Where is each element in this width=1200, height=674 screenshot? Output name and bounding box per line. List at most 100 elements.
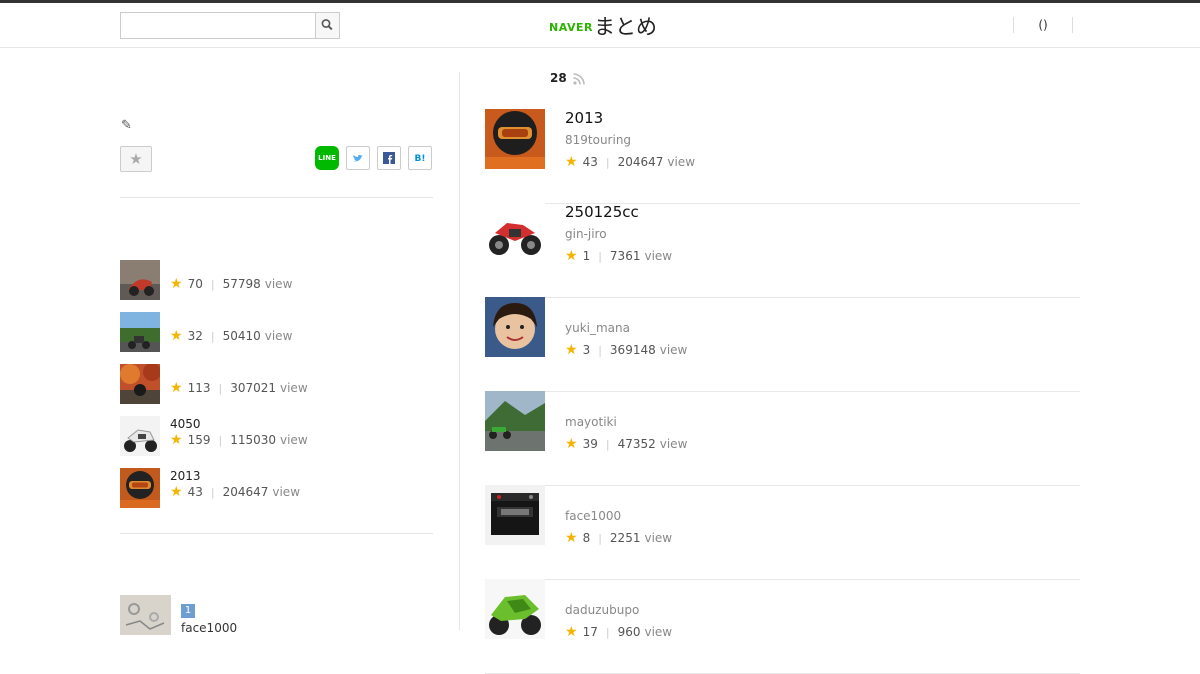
view-count: 307021 (230, 381, 276, 395)
matome-meta: ★ 43 | 204647 view (565, 154, 695, 170)
matome-thumbnail (485, 579, 545, 639)
favorite-count: 70 (187, 277, 203, 291)
side-item-meta: ★ 43 | 204647 view (170, 484, 300, 500)
matome-meta: ★ 17 | 960 view (565, 624, 672, 640)
matome-meta: ★ 39 | 47352 view (565, 436, 687, 452)
favorite-count: 43 (187, 485, 203, 499)
matome-author[interactable]: face1000 (565, 509, 621, 523)
meta-separator: | (210, 486, 215, 499)
favorite-count: 8 (582, 531, 591, 545)
matome-author[interactable]: mayotiki (565, 415, 617, 429)
meta-separator: | (605, 438, 610, 451)
share-twitter-button[interactable] (346, 146, 370, 170)
matome-thumbnail (485, 297, 545, 357)
matome-author[interactable]: 819touring (565, 133, 631, 147)
side-item-meta: ★ 113 | 307021 view (170, 380, 308, 396)
side-thumbnail (120, 312, 160, 352)
rss-icon[interactable] (572, 72, 586, 86)
side-item-meta: ★ 70 | 57798 view (170, 276, 292, 292)
star-icon: ★ (565, 154, 578, 170)
matome-list-item[interactable]: 2013 819touring ★ 43 | 204647 view (485, 109, 1080, 204)
ranking-badge: 1 (181, 604, 195, 618)
favorite-count: 43 (582, 155, 598, 169)
star-icon: ★ (170, 328, 183, 344)
matome-list-item[interactable]: daduzubupo ★ 17 | 960 view (485, 579, 1080, 674)
twitter-icon (353, 154, 363, 162)
ranking-thumbnail[interactable] (120, 595, 171, 635)
matome-author[interactable]: gin-jiro (565, 227, 607, 241)
view-count: 2251 (609, 531, 641, 545)
side-item-meta: ★ 32 | 50410 view (170, 328, 292, 344)
view-label: view (264, 277, 293, 291)
side-thumbnail (120, 416, 160, 456)
view-label: view (644, 625, 673, 639)
matome-author[interactable]: yuki_mana (565, 321, 630, 335)
meta-separator: | (210, 330, 215, 343)
side-list-item[interactable]: ★ 113 | 307021 view (120, 364, 440, 404)
matome-meta: ★ 1 | 7361 view (565, 248, 672, 264)
meta-separator: | (598, 250, 602, 263)
view-label: view (280, 381, 308, 395)
matome-list-item[interactable]: face1000 ★ 8 | 2251 view (485, 485, 1080, 580)
matome-list-item[interactable]: mayotiki ★ 39 | 47352 view (485, 391, 1080, 486)
matome-meta: ★ 3 | 369148 view (565, 342, 687, 358)
matome-title[interactable]: 250125cc (565, 203, 639, 221)
ranking-user-name[interactable]: face1000 (181, 621, 237, 635)
view-count: 57798 (222, 277, 261, 291)
share-line-button[interactable]: LINE (315, 146, 339, 170)
favorite-button[interactable]: ★ (120, 146, 152, 172)
pencil-icon[interactable]: ✎ (121, 118, 132, 133)
column-divider (459, 72, 460, 630)
meta-separator: | (218, 382, 223, 395)
favorite-count: 32 (187, 329, 203, 343)
view-count: 47352 (617, 437, 656, 451)
star-icon: ★ (565, 624, 578, 640)
view-count: 960 (617, 625, 641, 639)
search-input[interactable] (121, 13, 311, 38)
view-label: view (644, 531, 673, 545)
side-item-title: 4050 (170, 417, 201, 431)
favorite-count: 159 (187, 433, 211, 447)
side-thumbnail (120, 260, 160, 300)
meta-separator: | (210, 278, 215, 291)
view-label: view (264, 329, 293, 343)
matome-meta: ★ 8 | 2251 view (565, 530, 672, 546)
matome-thumbnail (485, 485, 545, 545)
side-item-meta: ★ 159 | 115030 view (170, 432, 308, 448)
matome-count: 28 (550, 71, 567, 85)
side-list-item[interactable]: 4050 ★ 159 | 115030 view (120, 416, 440, 456)
star-icon: ★ (170, 432, 183, 448)
view-label: view (667, 155, 696, 169)
star-icon: ★ (129, 150, 143, 168)
hatena-icon: B! (414, 154, 426, 164)
side-list-item[interactable]: 2013 ★ 43 | 204647 view (120, 468, 440, 508)
matome-thumbnail (485, 391, 545, 451)
user-menu[interactable]: () (1013, 17, 1073, 33)
matome-list-item[interactable]: yuki_mana ★ 3 | 369148 view (485, 297, 1080, 392)
view-count: 204647 (617, 155, 664, 169)
view-count: 50410 (222, 329, 261, 343)
star-icon: ★ (565, 248, 578, 264)
matome-author[interactable]: daduzubupo (565, 603, 639, 617)
star-icon: ★ (565, 436, 578, 452)
view-label: view (644, 249, 673, 263)
side-item-title: 2013 (170, 469, 201, 483)
matome-thumbnail (485, 203, 545, 263)
meta-separator: | (598, 532, 602, 545)
view-count: 115030 (230, 433, 276, 447)
star-icon: ★ (565, 342, 578, 358)
matome-title[interactable]: 2013 (565, 109, 603, 127)
side-list-item[interactable]: ★ 32 | 50410 view (120, 312, 440, 352)
site-header: NAVER まとめ () (0, 3, 1200, 48)
side-thumbnail (120, 468, 160, 508)
meta-separator: | (218, 434, 223, 447)
facebook-icon (383, 152, 395, 164)
view-count: 7361 (609, 249, 641, 263)
search-button[interactable] (315, 13, 339, 38)
share-facebook-button[interactable] (377, 146, 401, 170)
share-hatena-button[interactable]: B! (408, 146, 432, 170)
side-list-item[interactable]: ★ 70 | 57798 view (120, 260, 440, 300)
matome-list-item[interactable]: 250125cc gin-jiro ★ 1 | 7361 view (485, 203, 1080, 298)
view-count: 369148 (609, 343, 656, 357)
favorite-count: 17 (582, 625, 598, 639)
